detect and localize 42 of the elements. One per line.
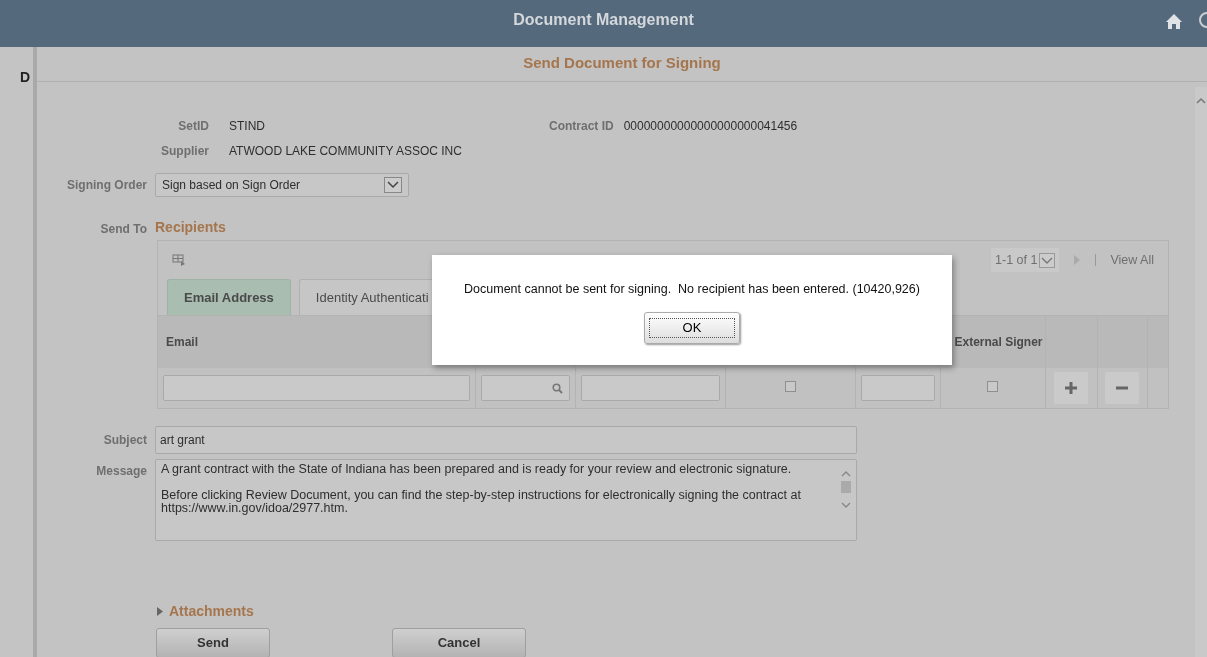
add-row-button[interactable]	[1054, 372, 1088, 404]
expand-icon[interactable]	[157, 607, 163, 616]
alert-message: Document cannot be sent for signing. No recipient has been entered. (10420,926)	[463, 281, 921, 298]
dropdown-icon	[384, 177, 402, 193]
search-icon[interactable]	[551, 382, 563, 394]
grid-settings-icon[interactable]	[172, 254, 186, 266]
field-value: STIND	[228, 117, 266, 135]
field-label: Supplier	[160, 142, 209, 160]
checkbox[interactable]	[784, 381, 796, 392]
field-value: ATWOOD LAKE COMMUNITY ASSOC INC	[228, 142, 462, 160]
dialog-title: Send Document for Signing	[523, 54, 721, 71]
next-icon[interactable]	[1073, 254, 1082, 266]
header-title: Document Management	[513, 10, 694, 30]
ok-button[interactable]: OK	[644, 311, 740, 344]
field-label: Contract ID	[549, 117, 614, 135]
delete-row-button[interactable]	[1105, 372, 1139, 404]
field-label: Signing Order	[66, 177, 147, 194]
field-label: SetID	[177, 117, 209, 135]
lookup-field[interactable]	[480, 375, 570, 401]
field-label: Subject	[102, 432, 147, 449]
send-button[interactable]: Send	[156, 628, 270, 657]
signing-order-select[interactable]: Sign based on Sign Order	[155, 173, 409, 197]
cancel-button[interactable]: Cancel	[392, 628, 526, 657]
section-title: Recipients	[155, 218, 226, 237]
column-header: Email	[166, 335, 198, 349]
page-heading: D	[20, 69, 31, 85]
checkbox[interactable]	[987, 381, 998, 392]
field-label: Message	[95, 463, 147, 480]
message-field[interactable]: A grant contract with the State of Indiana has been prepared and is ready for your review and electronic signature. Before clicking Review Document, you can find the step-by-step instructions for electronically signing the contract at https://www.in.gov/idoa/2977.htm.	[155, 459, 857, 541]
home-icon[interactable]	[1165, 13, 1183, 30]
subject-field[interactable]: art grant	[155, 426, 857, 454]
input-field[interactable]	[163, 375, 470, 401]
column-header: External Signer	[954, 335, 1043, 349]
input-field[interactable]	[580, 375, 720, 401]
scrollbar[interactable]	[1195, 87, 1207, 657]
minus-icon	[1116, 386, 1128, 390]
tab[interactable]: Email Address	[167, 278, 291, 315]
dropdown-icon	[1039, 252, 1056, 268]
field-label: Send To	[99, 221, 147, 238]
field-value: 00000000000000000000041456	[622, 117, 798, 135]
plus-icon	[1065, 382, 1077, 394]
input-field[interactable]	[860, 375, 935, 401]
